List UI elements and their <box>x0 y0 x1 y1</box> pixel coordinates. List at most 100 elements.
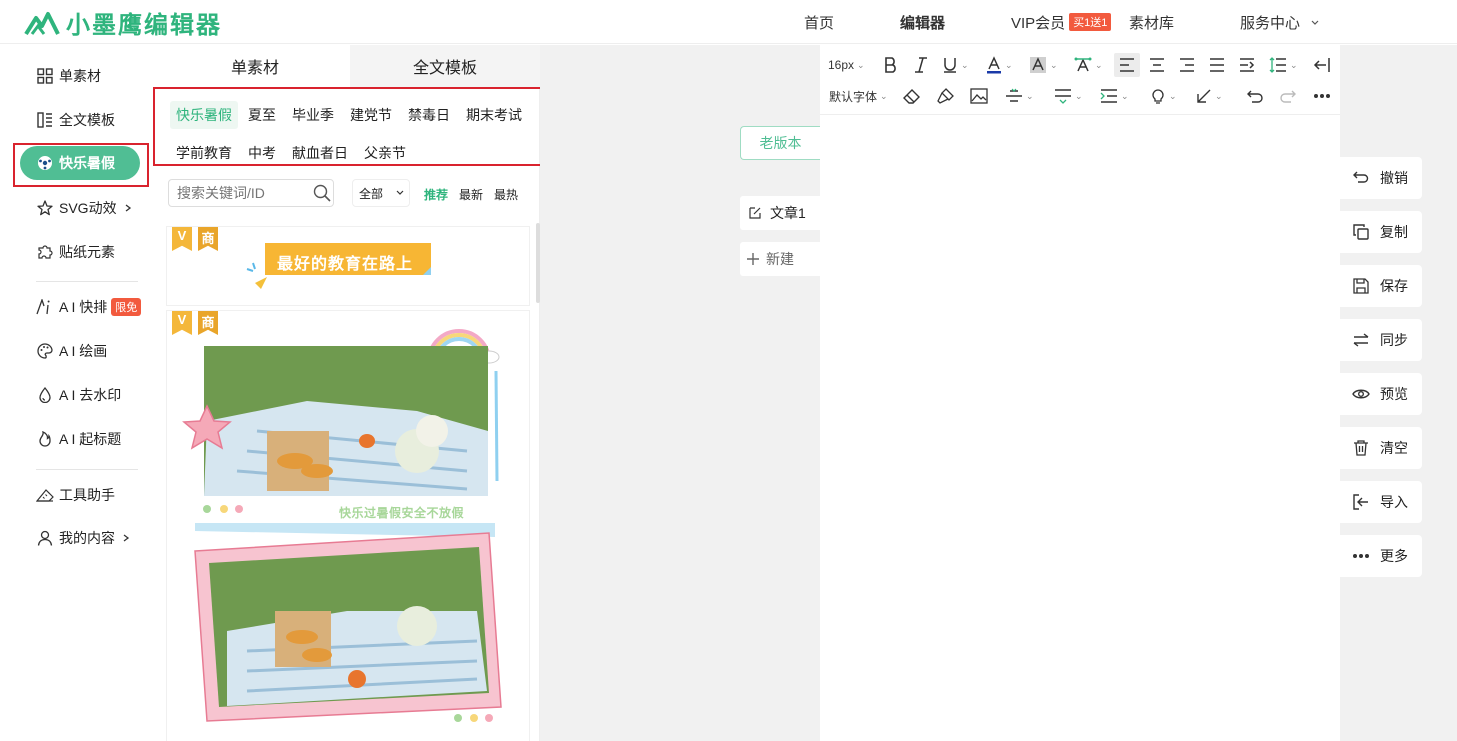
bold-button[interactable] <box>883 53 899 77</box>
tab-full-template[interactable]: 全文模板 <box>350 45 540 87</box>
sync-action-button[interactable]: 同步 <box>1340 319 1422 361</box>
copy-action-button[interactable]: 复制 <box>1340 211 1422 253</box>
sidebar-item-tools[interactable]: 工具助手 <box>36 485 115 505</box>
sidebar-item-stickers[interactable]: 贴纸元素 <box>36 242 115 262</box>
palette-icon <box>36 342 54 360</box>
redo-button[interactable] <box>1279 84 1297 108</box>
action-label: 更多 <box>1380 548 1408 564</box>
line-height-button[interactable]: ⌄ <box>1269 53 1298 77</box>
new-document-button[interactable]: 新建 <box>740 242 820 276</box>
editor[interactable]: 16px ⌄ ⌄ ⌄ ⌄ ⌄ ⌄ 默认字体 ⌄ ⌄ ⌄ ⌄ ⌄ ⌄ <box>820 45 1340 741</box>
background-color-button[interactable]: ⌄ <box>1029 53 1058 77</box>
text-effect-button[interactable]: ⌄ <box>1074 53 1103 77</box>
sidebar-item-ai-layout[interactable]: A I 快排 限免 <box>36 297 142 317</box>
underline-button[interactable]: ⌄ <box>942 53 969 77</box>
nav-vip[interactable]: VIP会员 买1送1 <box>1011 12 1112 33</box>
highlight-box <box>13 143 149 187</box>
align-center-button[interactable] <box>1149 53 1165 77</box>
export-icon <box>1313 58 1330 72</box>
sidebar-item-ai-watermark[interactable]: A I 去水印 <box>36 385 121 405</box>
undo-icon <box>1352 169 1370 187</box>
save-action-button[interactable]: 保存 <box>1340 265 1422 307</box>
chevron-right-icon <box>125 204 131 212</box>
sidebar-item-ai-painting[interactable]: A I 绘画 <box>36 341 107 361</box>
arrow-button[interactable]: ⌄ <box>1196 84 1223 108</box>
sidebar-item-svg-animation[interactable]: SVG动效 <box>36 198 133 218</box>
align-right-button[interactable] <box>1179 53 1195 77</box>
brush-icon <box>937 88 954 104</box>
material-card[interactable]: V 商 快乐过暑假安全不放假 <box>167 311 529 741</box>
justify-button[interactable] <box>1209 53 1225 77</box>
align-left-button[interactable] <box>1114 53 1140 77</box>
action-label: 同步 <box>1380 332 1408 348</box>
nav-service[interactable]: 服务中心 <box>1240 12 1320 33</box>
bulb-button[interactable]: ⌄ <box>1150 84 1177 108</box>
vip-tag: V <box>172 227 192 251</box>
document-tab-label: 文章1 <box>770 205 806 221</box>
bold-icon <box>885 57 896 73</box>
filter-select-value: 全部 <box>359 186 384 201</box>
search-icon[interactable] <box>313 184 331 202</box>
text-effect-icon <box>1074 57 1092 72</box>
filter-select[interactable]: 全部 <box>352 179 410 207</box>
undo-button[interactable] <box>1246 84 1264 108</box>
clear-action-button[interactable]: 清空 <box>1340 427 1422 469</box>
font-size-select[interactable]: 16px ⌄ <box>828 53 865 77</box>
sidebar-item-single-material[interactable]: 单素材 <box>36 66 101 86</box>
font-color-button[interactable]: ⌄ <box>986 53 1013 77</box>
arrow-down-left-icon <box>1197 89 1211 103</box>
editor-toolbar: 16px ⌄ ⌄ ⌄ ⌄ ⌄ ⌄ 默认字体 ⌄ ⌄ ⌄ ⌄ ⌄ ⌄ <box>820 45 1340 115</box>
align-center-icon <box>1150 58 1164 72</box>
old-version-button[interactable]: 老版本 <box>740 126 820 160</box>
sort-recommended[interactable]: 推荐 <box>424 186 448 203</box>
sort-newest[interactable]: 最新 <box>459 186 483 203</box>
tab-single-material[interactable]: 单素材 <box>160 45 350 87</box>
action-label: 清空 <box>1380 440 1408 456</box>
card-caption: 快乐过暑假安全不放假 <box>339 506 465 520</box>
nav-materials[interactable]: 素材库 <box>1129 12 1174 33</box>
indent-button[interactable] <box>1239 53 1255 77</box>
export-button[interactable] <box>1313 53 1331 77</box>
action-label: 导入 <box>1380 494 1408 510</box>
sidebar-item-label: A I 去水印 <box>59 387 122 403</box>
material-card[interactable]: V 商 最好的教育在路上 <box>167 227 529 305</box>
sidebar-item-label: 工具助手 <box>59 487 115 503</box>
divider-button[interactable]: ⌄ <box>1005 84 1034 108</box>
chevron-down-icon: ⌄ <box>961 59 969 70</box>
nav-home[interactable]: 首页 <box>804 12 834 33</box>
paragraph-spacing-button[interactable]: ⌄ <box>1054 84 1083 108</box>
action-label: 保存 <box>1380 278 1408 294</box>
sync-icon <box>1352 331 1370 349</box>
insert-image-button[interactable] <box>970 84 988 108</box>
ruler-icon <box>36 486 54 504</box>
commercial-tag: 商 <box>198 227 218 251</box>
more-action-button[interactable]: 更多 <box>1340 535 1422 577</box>
nav-vip-label: VIP会员 <box>1011 14 1066 32</box>
sidebar-item-ai-title[interactable]: A I 起标题 <box>36 429 121 449</box>
more-tools-button[interactable] <box>1313 84 1331 108</box>
preview-action-button[interactable]: 预览 <box>1340 373 1422 415</box>
margin-button[interactable]: ⌄ <box>1100 84 1129 108</box>
sidebar-item-my-content[interactable]: 我的内容 <box>36 528 131 548</box>
chevron-down-icon: ⌄ <box>1026 90 1034 101</box>
more-icon <box>1352 547 1370 565</box>
search-input[interactable] <box>168 179 334 207</box>
sidebar-divider <box>36 469 138 470</box>
format-painter-button[interactable] <box>936 84 954 108</box>
import-action-button[interactable]: 导入 <box>1340 481 1422 523</box>
clear-format-button[interactable] <box>903 84 921 108</box>
sort-hottest[interactable]: 最热 <box>494 186 518 203</box>
document-tab[interactable]: 文章1 <box>740 196 820 230</box>
eraser-icon <box>903 89 920 104</box>
nav-editor[interactable]: 编辑器 <box>900 12 945 33</box>
sidebar-item-label: 全文模板 <box>59 112 115 128</box>
sidebar-item-full-template[interactable]: 全文模板 <box>36 110 115 130</box>
logo[interactable]: 小墨鹰编辑器 <box>24 5 222 40</box>
trash-icon <box>1352 439 1370 457</box>
free-badge: 限免 <box>111 298 142 316</box>
font-family-select[interactable]: 默认字体 ⌄ <box>829 84 888 108</box>
fire-icon <box>36 430 54 448</box>
italic-button[interactable] <box>913 53 929 77</box>
highlight-box <box>153 87 557 166</box>
undo-action-button[interactable]: 撤销 <box>1340 157 1422 199</box>
